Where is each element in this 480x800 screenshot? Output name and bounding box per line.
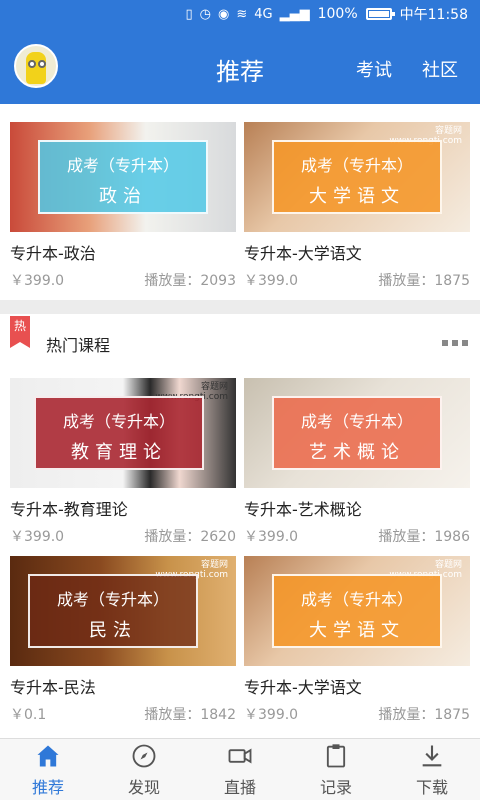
course-name: 专升本-大学语文 bbox=[244, 244, 362, 263]
tab-live[interactable]: 直播 bbox=[192, 739, 288, 800]
course-plays: 播放量：2093 bbox=[144, 273, 236, 289]
battery-icon bbox=[365, 8, 395, 20]
wifi-icon: ≋ bbox=[236, 6, 248, 22]
course-card[interactable]: 成考（专升本） 艺术概论 专升本-艺术概论 ￥399.0 播放量：1986 bbox=[244, 378, 470, 546]
course-card[interactable]: 容题网 www.rongti.com 成考（专升本） 民法 专升本-民法 ￥0.… bbox=[10, 556, 236, 724]
course-name: 专升本-民法 bbox=[10, 678, 96, 697]
bottom-tab-bar: 推荐 发现 直播 记录 下载 bbox=[0, 738, 480, 800]
page-title: 推荐 bbox=[216, 58, 264, 86]
course-name: 专升本-教育理论 bbox=[10, 500, 128, 519]
nav-community-link[interactable]: 社区 bbox=[422, 56, 458, 82]
course-plays: 播放量：1875 bbox=[378, 707, 470, 723]
tab-recommend[interactable]: 推荐 bbox=[0, 739, 96, 800]
course-thumbnail: 成考（专升本） 政治 bbox=[10, 122, 236, 232]
thumbnail-overlay: 成考（专升本） 大学语文 bbox=[272, 574, 442, 648]
course-thumbnail: 容题网 www.rongti.com 成考（专升本） 民法 bbox=[10, 556, 236, 666]
battery-percent: 100% bbox=[317, 6, 358, 22]
alarm-icon: ◷ bbox=[199, 6, 211, 22]
clipboard-icon bbox=[326, 743, 346, 767]
course-thumbnail: 容题网 www.rongti.com 成考（专升本） 大学语文 bbox=[244, 122, 470, 232]
vibrate-icon: ▯ bbox=[185, 6, 193, 22]
course-card[interactable]: 容题网 www.rongti.com 成考（专升本） 大学语文 专升本-大学语文… bbox=[244, 556, 470, 724]
status-time: 中午11:58 bbox=[399, 7, 468, 23]
thumbnail-overlay: 成考（专升本） 艺术概论 bbox=[272, 396, 442, 470]
home-icon bbox=[37, 745, 59, 766]
course-price: ￥399.0 bbox=[244, 529, 299, 545]
course-price: ￥399.0 bbox=[244, 273, 299, 289]
tab-discover[interactable]: 发现 bbox=[96, 739, 192, 800]
tab-records[interactable]: 记录 bbox=[288, 739, 384, 800]
status-icons: ▯ ◷ ◉ ≋ 4G ▂▄▆ bbox=[186, 7, 310, 22]
thumbnail-overlay: 成考（专升本） 大学语文 bbox=[272, 140, 442, 214]
eye-icon: ◉ bbox=[218, 6, 230, 22]
course-name: 专升本-大学语文 bbox=[244, 678, 362, 697]
course-feed: 成考（专升本） 政治 专升本-政治 ￥399.0 播放量：2093 容题网 www… bbox=[0, 104, 480, 738]
tab-download[interactable]: 下载 bbox=[384, 739, 480, 800]
course-plays: 播放量：2620 bbox=[144, 529, 236, 545]
course-card[interactable]: 成考（专升本） 政治 专升本-政治 ￥399.0 播放量：2093 bbox=[10, 122, 236, 290]
course-card[interactable]: 容题网 www.rongti.com 成考（专升本） 教育理论 专升本-教育理论… bbox=[10, 378, 236, 546]
compass-icon bbox=[132, 744, 156, 767]
status-bar: ▯ ◷ ◉ ≋ 4G ▂▄▆ 100% 中午11:58 bbox=[0, 0, 480, 28]
section-divider bbox=[0, 300, 480, 314]
network-type: 4G bbox=[254, 6, 273, 22]
signal-icon: ▂▄▆ bbox=[279, 6, 310, 22]
nav-exam-link[interactable]: 考试 bbox=[356, 56, 392, 82]
app-header: 推荐 考试 社区 bbox=[0, 28, 480, 104]
section-title: 热门课程 bbox=[46, 336, 111, 355]
course-price: ￥399.0 bbox=[10, 273, 65, 289]
course-thumbnail: 容题网 www.rongti.com 成考（专升本） 大学语文 bbox=[244, 556, 470, 666]
course-name: 专升本-政治 bbox=[10, 244, 96, 263]
course-price: ￥399.0 bbox=[10, 529, 65, 545]
course-thumbnail: 成考（专升本） 艺术概论 bbox=[244, 378, 470, 488]
thumbnail-overlay: 成考（专升本） 政治 bbox=[38, 140, 208, 214]
course-price: ￥399.0 bbox=[244, 707, 299, 723]
course-name: 专升本-艺术概论 bbox=[244, 500, 362, 519]
course-plays: 播放量：1842 bbox=[144, 707, 236, 723]
more-icon[interactable] bbox=[442, 340, 468, 346]
course-price: ￥0.1 bbox=[10, 707, 47, 723]
course-thumbnail: 容题网 www.rongti.com 成考（专升本） 教育理论 bbox=[10, 378, 236, 488]
thumbnail-overlay: 成考（专升本） 民法 bbox=[28, 574, 198, 648]
video-icon bbox=[228, 748, 252, 763]
course-plays: 播放量：1986 bbox=[378, 529, 470, 545]
thumbnail-overlay: 成考（专升本） 教育理论 bbox=[34, 396, 204, 470]
course-plays: 播放量：1875 bbox=[378, 273, 470, 289]
download-icon bbox=[422, 745, 442, 766]
course-card[interactable]: 容题网 www.rongti.com 成考（专升本） 大学语文 专升本-大学语文… bbox=[244, 122, 470, 290]
hot-badge: 热 bbox=[10, 316, 30, 348]
